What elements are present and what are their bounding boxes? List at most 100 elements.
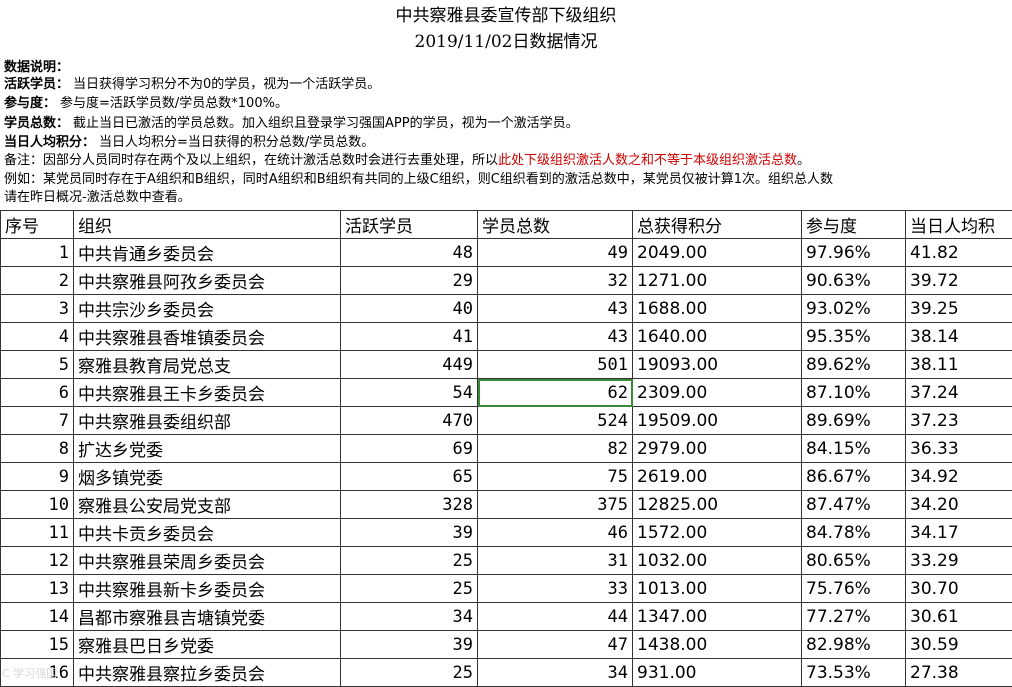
header-cell[interactable]: 当日人均积 <box>906 211 1012 239</box>
table-cell[interactable]: 86.67% <box>802 463 906 491</box>
table-cell[interactable]: 中共察雅县察拉乡委员会 <box>74 659 341 687</box>
table-cell[interactable]: 1347.00 <box>633 603 802 631</box>
table-cell[interactable]: 39 <box>341 631 478 659</box>
table-cell[interactable]: 中共察雅县委组织部 <box>74 407 341 435</box>
table-cell[interactable]: 375 <box>478 491 633 519</box>
table-cell[interactable]: 1032.00 <box>633 547 802 575</box>
table-cell[interactable]: 38.14 <box>906 323 1012 351</box>
table-cell[interactable]: 25 <box>341 659 478 687</box>
table-cell[interactable]: 39.25 <box>906 295 1012 323</box>
header-cell[interactable]: 序号 <box>1 211 74 239</box>
table-cell[interactable]: 11 <box>1 519 74 547</box>
table-cell[interactable]: 37.23 <box>906 407 1012 435</box>
table-cell[interactable]: 10 <box>1 491 74 519</box>
table-cell[interactable]: 1572.00 <box>633 519 802 547</box>
table-cell[interactable]: 33 <box>478 575 633 603</box>
table-cell[interactable]: 扩达乡党委 <box>74 435 341 463</box>
header-cell[interactable]: 总获得积分 <box>633 211 802 239</box>
table-cell[interactable]: 烟多镇党委 <box>74 463 341 491</box>
table-cell[interactable]: 2 <box>1 267 74 295</box>
table-cell[interactable]: 1438.00 <box>633 631 802 659</box>
table-cell[interactable]: 14 <box>1 603 74 631</box>
table-cell[interactable]: 12 <box>1 547 74 575</box>
table-cell[interactable]: 34.20 <box>906 491 1012 519</box>
table-cell[interactable]: 84.78% <box>802 519 906 547</box>
table-cell[interactable]: 84.15% <box>802 435 906 463</box>
table-cell[interactable]: 中共察雅县新卡乡委员会 <box>74 575 341 603</box>
table-cell[interactable]: 中共察雅县王卡乡委员会 <box>74 379 341 407</box>
table-cell[interactable]: 37.24 <box>906 379 1012 407</box>
table-cell[interactable]: 2619.00 <box>633 463 802 491</box>
table-cell[interactable]: 4 <box>1 323 74 351</box>
table-cell[interactable]: 3 <box>1 295 74 323</box>
table-cell[interactable]: 25 <box>341 575 478 603</box>
table-cell[interactable]: 29 <box>341 267 478 295</box>
table-cell[interactable]: 65 <box>341 463 478 491</box>
table-cell[interactable]: 中共察雅县荣周乡委员会 <box>74 547 341 575</box>
table-cell[interactable]: 44 <box>478 603 633 631</box>
table-cell[interactable]: 2049.00 <box>633 239 802 267</box>
table-cell[interactable]: 38.11 <box>906 351 1012 379</box>
header-cell[interactable]: 活跃学员 <box>341 211 478 239</box>
table-cell[interactable]: 中共察雅县香堆镇委员会 <box>74 323 341 351</box>
table-cell[interactable]: 8 <box>1 435 74 463</box>
table-cell[interactable]: 449 <box>341 351 478 379</box>
table-cell[interactable]: 30.59 <box>906 631 1012 659</box>
table-cell[interactable]: 82.98% <box>802 631 906 659</box>
table-cell[interactable]: 93.02% <box>802 295 906 323</box>
table-cell[interactable]: 75.76% <box>802 575 906 603</box>
table-cell[interactable]: 中共肯通乡委员会 <box>74 239 341 267</box>
table-cell[interactable]: 77.27% <box>802 603 906 631</box>
table-cell[interactable]: 40 <box>341 295 478 323</box>
table-cell[interactable]: 昌都市察雅县吉塘镇党委 <box>74 603 341 631</box>
table-cell[interactable]: 19509.00 <box>633 407 802 435</box>
table-cell[interactable]: 36.33 <box>906 435 1012 463</box>
table-cell[interactable]: 察雅县公安局党支部 <box>74 491 341 519</box>
table-cell[interactable]: 9 <box>1 463 74 491</box>
table-cell[interactable]: 13 <box>1 575 74 603</box>
table-cell[interactable]: 75 <box>478 463 633 491</box>
table-cell[interactable]: 察雅县巴日乡党委 <box>74 631 341 659</box>
table-cell[interactable]: 32 <box>478 267 633 295</box>
table-cell[interactable]: 73.53% <box>802 659 906 687</box>
table-cell[interactable]: 80.65% <box>802 547 906 575</box>
table-cell[interactable]: 54 <box>341 379 478 407</box>
table-cell[interactable]: 30.61 <box>906 603 1012 631</box>
table-cell[interactable]: 82 <box>478 435 633 463</box>
table-cell[interactable]: 470 <box>341 407 478 435</box>
table-cell[interactable]: 931.00 <box>633 659 802 687</box>
table-cell[interactable]: 2979.00 <box>633 435 802 463</box>
table-cell[interactable]: 46 <box>478 519 633 547</box>
table-cell[interactable]: 19093.00 <box>633 351 802 379</box>
table-cell[interactable]: 41 <box>341 323 478 351</box>
table-cell[interactable]: 31 <box>478 547 633 575</box>
table-cell[interactable]: 2309.00 <box>633 379 802 407</box>
table-cell[interactable]: 15 <box>1 631 74 659</box>
table-cell[interactable]: 30.70 <box>906 575 1012 603</box>
header-cell[interactable]: 学员总数 <box>478 211 633 239</box>
table-cell[interactable]: 501 <box>478 351 633 379</box>
table-cell[interactable]: 524 <box>478 407 633 435</box>
table-cell[interactable]: 43 <box>478 295 633 323</box>
table-cell[interactable]: 49 <box>478 239 633 267</box>
table-cell[interactable]: 89.69% <box>802 407 906 435</box>
table-cell[interactable]: 1688.00 <box>633 295 802 323</box>
table-cell[interactable]: 27.38 <box>906 659 1012 687</box>
table-cell[interactable]: 中共察雅县阿孜乡委员会 <box>74 267 341 295</box>
table-cell[interactable]: 43 <box>478 323 633 351</box>
table-cell[interactable]: 1 <box>1 239 74 267</box>
header-cell[interactable]: 参与度 <box>802 211 906 239</box>
table-cell[interactable]: 62 <box>478 379 633 407</box>
table-cell[interactable]: 39 <box>341 519 478 547</box>
table-cell[interactable]: 87.10% <box>802 379 906 407</box>
table-cell[interactable]: 95.35% <box>802 323 906 351</box>
table-cell[interactable]: 33.29 <box>906 547 1012 575</box>
table-cell[interactable]: 1640.00 <box>633 323 802 351</box>
table-cell[interactable]: 34 <box>341 603 478 631</box>
table-cell[interactable]: 97.96% <box>802 239 906 267</box>
table-cell[interactable]: 328 <box>341 491 478 519</box>
table-cell[interactable]: 90.63% <box>802 267 906 295</box>
table-cell[interactable]: 中共卡贡乡委员会 <box>74 519 341 547</box>
table-cell[interactable]: 39.72 <box>906 267 1012 295</box>
table-cell[interactable]: 12825.00 <box>633 491 802 519</box>
